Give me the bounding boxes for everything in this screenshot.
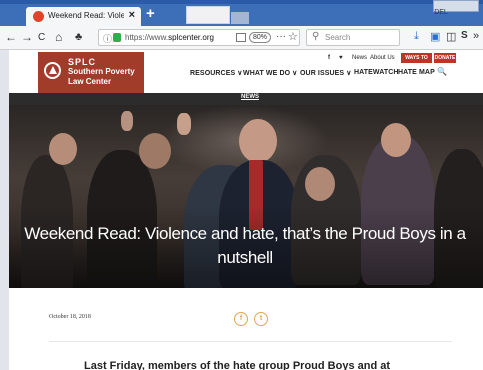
- sidebar-icon[interactable]: ◫: [446, 30, 456, 43]
- nav-hatewatch[interactable]: HATEWATCH: [354, 69, 399, 76]
- browser-tab[interactable]: Weekend Read: Violence and ha ×: [26, 7, 141, 26]
- page-actions-icon[interactable]: ···: [276, 31, 286, 42]
- download-icon[interactable]: ⤓: [414, 30, 419, 43]
- article-date: October 18, 2018: [49, 314, 91, 320]
- extension-icon[interactable]: ♣: [75, 30, 82, 44]
- donate-button[interactable]: DONATE: [434, 53, 456, 63]
- nav-hate-map[interactable]: HATE MAP: [398, 69, 435, 76]
- tab-title: Weekend Read: Violence and ha: [48, 11, 124, 20]
- ways-to-give-button[interactable]: WAYS TO GIVE: [401, 53, 432, 71]
- url-domain: splcenter.org: [168, 33, 214, 42]
- article-title: Weekend Read: Violence and hate, that’s …: [24, 224, 466, 267]
- splc-favicon-icon: [33, 11, 44, 22]
- window-thumbnail: [186, 6, 230, 24]
- article-divider: [49, 341, 452, 342]
- nav-our-issues[interactable]: OUR ISSUES ∨: [300, 69, 351, 77]
- reload-icon[interactable]: C: [38, 31, 45, 45]
- overflow-menu-icon[interactable]: »: [473, 30, 479, 42]
- lock-icon: [113, 33, 121, 42]
- news-link[interactable]: News: [352, 55, 367, 61]
- crowd-face: [139, 133, 171, 169]
- crowd-face: [49, 133, 77, 165]
- home-icon[interactable]: ⌂: [55, 30, 62, 44]
- reader-view-icon[interactable]: [236, 33, 246, 42]
- twitter-share-icon[interactable]: t: [254, 312, 268, 326]
- about-us-link[interactable]: About Us: [370, 55, 395, 61]
- article-lede: Last Friday, members of the hate group P…: [84, 360, 391, 370]
- library-icon[interactable]: ▣: [430, 30, 440, 43]
- nav-resources[interactable]: RESOURCES ∨: [190, 69, 243, 77]
- close-tab-icon[interactable]: ×: [129, 9, 135, 21]
- search-placeholder: Search: [325, 33, 351, 42]
- facebook-icon[interactable]: f: [328, 55, 330, 61]
- bookmark-star-icon[interactable]: ☆: [288, 30, 298, 43]
- section-bar: NEWS: [9, 93, 483, 105]
- twitter-icon[interactable]: ♥: [339, 55, 343, 61]
- search-bar[interactable]: ⚲ Search: [306, 29, 400, 46]
- raised-fist: [177, 113, 191, 135]
- nav-what-we-do[interactable]: WHAT WE DO ∨: [243, 69, 297, 77]
- site-search-icon[interactable]: 🔍: [437, 67, 447, 76]
- back-arrow-icon[interactable]: ←: [5, 30, 17, 44]
- window-control-label[interactable]: DEL: [434, 9, 448, 19]
- new-tab-button[interactable]: +: [146, 5, 155, 22]
- window-controls[interactable]: DEL: [433, 0, 479, 16]
- url-prefix: https://www.: [125, 33, 169, 42]
- section-news-link[interactable]: NEWS: [241, 94, 259, 100]
- logo-line-3: Law Center: [68, 77, 112, 86]
- zoom-indicator[interactable]: 80%: [249, 32, 271, 43]
- url-text[interactable]: https://www.splcenter.org: [125, 33, 214, 42]
- search-icon: ⚲: [312, 31, 320, 42]
- forward-arrow-icon[interactable]: →: [21, 30, 33, 44]
- logo-line-1: SPLC: [68, 57, 97, 67]
- window-thumbnail-small: [231, 12, 249, 24]
- crowd-face: [381, 123, 411, 157]
- url-bar[interactable]: ⓘ https://www.splcenter.org 80% ··· ☆: [98, 29, 300, 46]
- page-left-margin: [0, 50, 9, 370]
- logo-line-2: Southern Poverty: [68, 67, 135, 76]
- splc-logo[interactable]: SPLC Southern Poverty Law Center: [38, 52, 144, 95]
- info-icon[interactable]: ⓘ: [103, 32, 112, 45]
- facebook-share-icon[interactable]: f: [234, 312, 248, 326]
- extension-s-icon[interactable]: S: [461, 30, 468, 41]
- crowd-face: [305, 167, 335, 201]
- tab-bar-stripe: [0, 0, 483, 4]
- speaker-face: [239, 119, 277, 163]
- browser-navigation-bar: ← → C ⌂ ♣ ⓘ https://www.splcenter.org 80…: [0, 26, 483, 50]
- splc-emblem-icon: [44, 62, 61, 79]
- raised-fist: [121, 111, 133, 131]
- browser-tab-bar: Weekend Read: Violence and ha × + DEL: [0, 0, 483, 26]
